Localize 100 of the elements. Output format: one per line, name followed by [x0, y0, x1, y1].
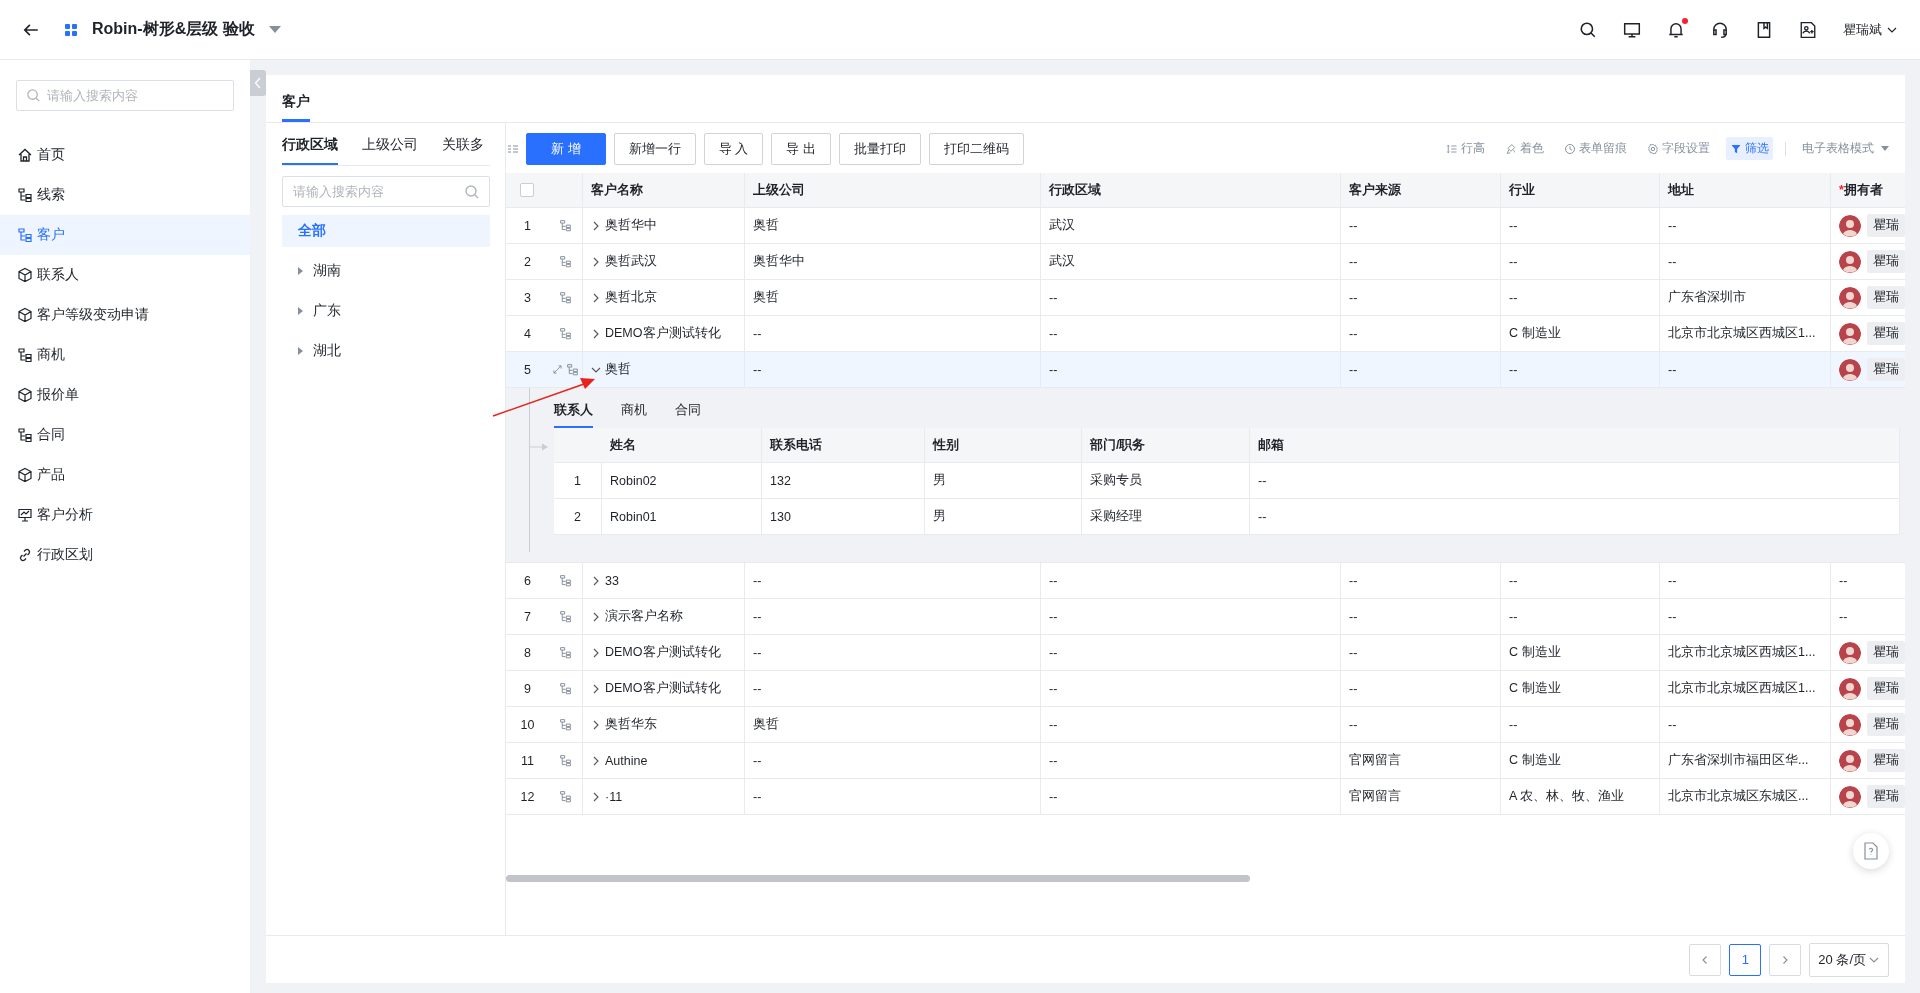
table-row[interactable]: 3 奥哲北京 奥哲 -- -- -- 广东省深圳市 瞿瑞 [506, 280, 1905, 316]
owner-tag: 瞿瑞 [1867, 749, 1905, 772]
sidebar-item[interactable]: 商机 [0, 335, 250, 375]
bell-icon[interactable] [1667, 20, 1685, 39]
table-cell: -- [1349, 717, 1358, 732]
column-header: 客户名称 [591, 181, 643, 199]
tree-icon [559, 255, 572, 268]
id-card-icon[interactable] [1799, 20, 1817, 39]
toolbar-tool[interactable]: 筛选 [1726, 137, 1773, 160]
table-cell: -- [1049, 753, 1058, 768]
user-menu[interactable]: 瞿瑞斌 [1843, 20, 1898, 39]
toolbar-button[interactable]: 导 出 [771, 132, 831, 165]
sidebar-item[interactable]: 客户等级变动申请 [0, 295, 250, 335]
toolbar-button[interactable]: 批量打印 [838, 132, 921, 165]
tree-item[interactable]: 湖南 [282, 255, 490, 287]
table-row[interactable]: 2 奥哲武汉 奥哲华中 武汉 -- -- -- 瞿瑞 [506, 244, 1905, 280]
table-cell: -- [1258, 509, 1267, 524]
filter-tab[interactable]: 上级公司 [362, 123, 418, 165]
expand-icon[interactable] [552, 365, 562, 374]
table-cell: -- [753, 789, 762, 804]
detail-tab[interactable]: 商机 [621, 396, 647, 428]
toolbar-button[interactable]: 打印二维码 [928, 132, 1024, 165]
table-row[interactable]: 12 ·11 -- -- 官网留言 A 农、林、牧、渔业 北京市北京城区东城区... 瞿瑞 [506, 779, 1905, 815]
sidebar-item[interactable]: 联系人 [0, 255, 250, 295]
table-cell: 奥哲华中 [753, 253, 805, 270]
tree-item[interactable]: 全部 [282, 215, 490, 247]
cube-icon [17, 467, 33, 483]
search-field[interactable]: 请输入搜索内容 [16, 80, 234, 111]
sidebar-item[interactable]: 客户分析 [0, 495, 250, 535]
chevron-right-icon[interactable] [591, 220, 601, 231]
home-icon [17, 147, 33, 163]
table-row[interactable]: 1 奥哲华中 奥哲 武汉 -- -- -- 瞿瑞 [506, 208, 1905, 244]
row-number: 8 [524, 645, 531, 660]
tree-item[interactable]: 广东 [282, 295, 490, 327]
table-cell: -- [1049, 573, 1058, 588]
sidebar-item[interactable]: 产品 [0, 455, 250, 495]
chevron-right-icon[interactable] [591, 647, 601, 658]
select-all-checkbox[interactable] [520, 183, 534, 197]
table-row[interactable]: 6 33 -- -- -- -- -- -- [506, 563, 1905, 599]
table-cell: 采购经理 [1090, 508, 1142, 525]
owner-tag: 瞿瑞 [1867, 641, 1905, 664]
table-cell: -- [1668, 717, 1677, 732]
toolbar-button[interactable]: 新 增 [526, 132, 606, 165]
chevron-right-icon[interactable] [591, 719, 601, 730]
table-cell: 奥哲华东 [605, 716, 657, 733]
detail-tab[interactable]: 合同 [675, 396, 701, 428]
column-header: 行政区域 [1049, 181, 1101, 199]
filter-tab[interactable]: 行政区域 [282, 123, 338, 165]
search-icon[interactable] [1579, 20, 1597, 39]
chevron-right-icon[interactable] [591, 256, 601, 267]
page-tab[interactable]: 客户 [282, 75, 310, 122]
owner-tag: 瞿瑞 [1867, 358, 1905, 381]
table-cell: -- [1049, 645, 1058, 660]
owner-tag: 瞿瑞 [1867, 785, 1905, 808]
table-row[interactable]: 8 DEMO客户测试转化 -- -- -- C 制造业 北京市北京城区西城区1... 瞿瑞 [506, 635, 1905, 671]
toolbar-tool[interactable]: 表单留痕 [1560, 137, 1631, 160]
table-cell: -- [1049, 326, 1058, 341]
table-row[interactable]: 5 奥哲 -- -- -- -- -- 瞿瑞 [506, 352, 1905, 388]
table-cell: -- [753, 362, 762, 377]
table-cell: -- [1509, 290, 1518, 305]
scrollbar[interactable] [506, 875, 1250, 882]
sidebar-item[interactable]: 报价单 [0, 375, 250, 415]
toolbar-button[interactable]: 导 入 [703, 132, 764, 165]
sidebar-item[interactable]: 合同 [0, 415, 250, 455]
table-cell: 北京市北京城区西城区1... [1668, 644, 1816, 661]
table-row[interactable]: 7 演示客户名称 -- -- -- -- -- -- [506, 599, 1905, 635]
table-cell: 广东省深圳市 [1668, 289, 1746, 306]
clock-icon [1564, 142, 1576, 155]
table-row[interactable]: 10 奥哲华东 奥哲 -- -- -- -- 瞿瑞 [506, 707, 1905, 743]
collapse-handle[interactable] [250, 70, 266, 96]
chevron-right-icon[interactable] [591, 683, 601, 694]
sidebar-item[interactable]: 行政区划 [0, 535, 250, 575]
toolbar-button[interactable]: 新增一行 [613, 132, 696, 165]
cube-icon [17, 387, 33, 403]
sidebar-item[interactable]: 首页 [0, 135, 250, 175]
chevron-right-icon[interactable] [591, 755, 601, 766]
owner-tag: 瞿瑞 [1867, 677, 1905, 700]
table-row[interactable]: 9 DEMO客户测试转化 -- -- -- C 制造业 北京市北京城区西城区1... 瞿瑞 [506, 671, 1905, 707]
toolbar-tool[interactable]: 行高 [1442, 137, 1489, 160]
chevron-right-icon[interactable] [591, 328, 601, 339]
chevron-right-icon[interactable] [591, 611, 601, 622]
row-number: 7 [524, 609, 531, 624]
chevron-right-icon[interactable] [591, 575, 601, 586]
chevron-right-icon[interactable] [591, 791, 601, 802]
table-cell: A 农、林、牧、渔业 [1509, 788, 1625, 805]
page-button[interactable]: 1 [1729, 943, 1762, 976]
search-field[interactable]: 请输入搜索内容 [282, 176, 490, 207]
monitor-icon[interactable] [1623, 20, 1641, 39]
table-cell: 北京市北京城区东城区... [1668, 788, 1809, 805]
book-icon[interactable] [1755, 20, 1773, 39]
table-row[interactable]: 11 Authine -- -- 官网留言 C 制造业 广东省深圳市福田区华... 瞿瑞 [506, 743, 1905, 779]
chevron-right-icon[interactable] [591, 292, 601, 303]
sidebar-item[interactable]: 线索 [0, 175, 250, 215]
headset-icon[interactable] [1711, 20, 1729, 39]
page-size-select[interactable]: 20 条/页 [1809, 942, 1889, 977]
table-cell: C 制造业 [1509, 752, 1561, 769]
caret-icon[interactable] [268, 26, 281, 33]
filter-tab[interactable]: 关联多 [442, 123, 484, 165]
tree-item[interactable]: 湖北 [282, 335, 490, 367]
sidebar-item[interactable]: 客户 [0, 215, 250, 255]
